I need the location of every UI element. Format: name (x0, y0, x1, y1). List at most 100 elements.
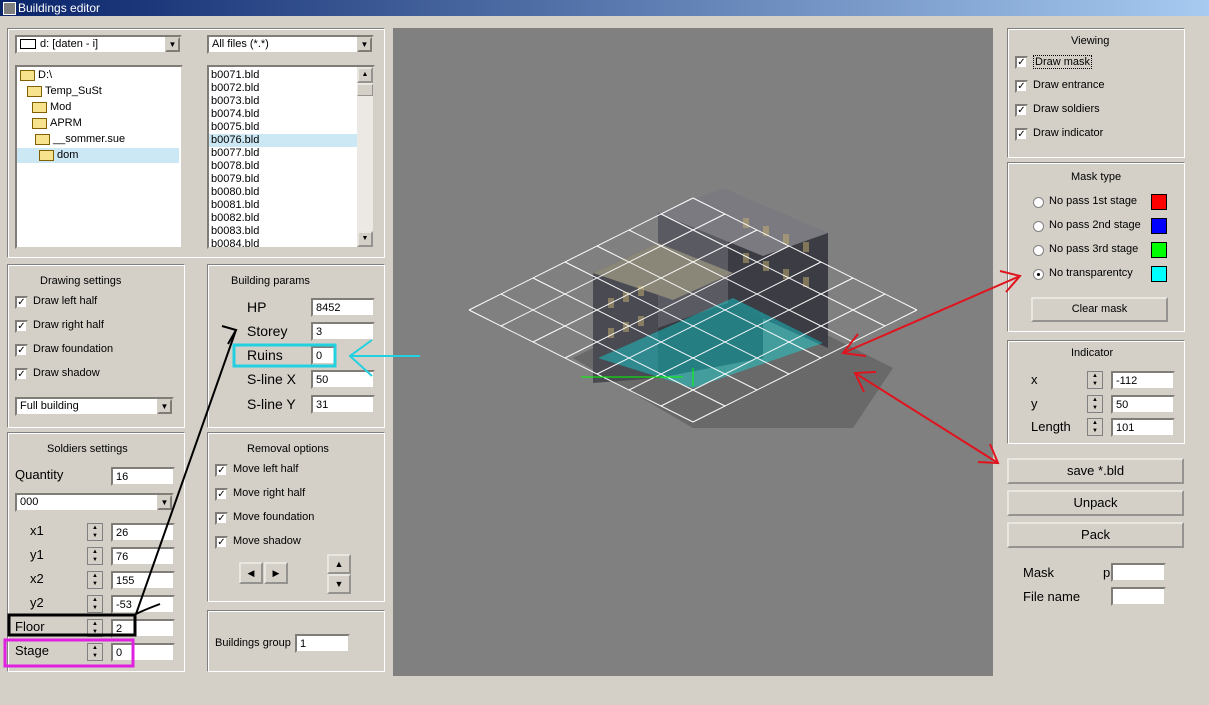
scroll-thumb[interactable] (357, 84, 373, 96)
arrow-down-icon: ▼ (334, 579, 344, 589)
file-list-scrollbar[interactable]: ▲ ▼ (357, 67, 373, 247)
y1-input[interactable]: 76 (111, 547, 175, 566)
draw-mode-select[interactable]: Full building ▼ (15, 397, 174, 416)
move-left-button[interactable]: ◀ (239, 562, 263, 584)
x2-spinner[interactable]: ▲ ▼ (87, 571, 103, 589)
file-list-item[interactable]: b0083.bld (209, 225, 357, 238)
folder-item[interactable]: __sommer.sue (35, 133, 125, 145)
floor-spinner[interactable]: ▲ ▼ (87, 619, 103, 637)
move-right-button[interactable]: ▶ (264, 562, 288, 584)
draw-foundation-checkbox[interactable]: ✓ (15, 344, 28, 357)
file-list-item[interactable]: b0082.bld (209, 212, 357, 225)
file-list[interactable]: b0071.bld b0072.bld b0073.bld b0074.bld b007… (207, 65, 375, 249)
indicator-x-input[interactable]: -112 (1111, 371, 1175, 390)
no-pass-2nd-radio[interactable] (1033, 221, 1044, 232)
indicator-length-spinner[interactable]: ▲ ▼ (1087, 418, 1103, 436)
y2-input[interactable]: -53 (111, 595, 175, 614)
file-list-item[interactable]: b0081.bld (209, 199, 357, 212)
drive-select[interactable]: d: [daten - i] ▼ (15, 35, 182, 54)
arrow-right-icon: ▶ (272, 568, 280, 578)
drawing-settings-title: Drawing settings (40, 275, 122, 287)
file-name-input[interactable] (1111, 587, 1166, 606)
file-list-item[interactable]: b0080.bld (209, 186, 357, 199)
chevron-down-icon[interactable]: ▼ (165, 37, 180, 52)
no-pass-1st-radio[interactable] (1033, 197, 1044, 208)
sline-y-input[interactable]: 31 (311, 395, 375, 414)
folder-item[interactable]: Mod (32, 101, 71, 113)
stage-spinner[interactable]: ▲ ▼ (87, 643, 103, 661)
y1-label: y1 (30, 547, 44, 562)
hp-input[interactable]: 8452 (311, 298, 375, 317)
draw-right-half-checkbox[interactable]: ✓ (15, 320, 28, 333)
file-list-item[interactable]: b0071.bld (209, 69, 357, 82)
folder-item[interactable]: D:\ (20, 69, 52, 81)
chevron-down-icon[interactable]: ▼ (157, 495, 172, 510)
y2-spinner[interactable]: ▲ ▼ (87, 595, 103, 613)
floor-label: Floor (15, 619, 45, 634)
pack-button[interactable]: Pack (1007, 522, 1184, 548)
folder-item[interactable]: dom (39, 149, 78, 161)
folder-tree[interactable]: D:\ Temp_SuSt Mod APRM __sommer.sue dom (15, 65, 183, 249)
buildings-group-input[interactable]: 1 (295, 634, 350, 653)
scroll-down-icon[interactable]: ▼ (357, 231, 373, 247)
move-down-button[interactable]: ▼ (327, 574, 351, 594)
move-left-half-checkbox[interactable]: ✓ (215, 464, 228, 477)
move-right-half-checkbox[interactable]: ✓ (215, 488, 228, 501)
open-folder-icon (39, 149, 54, 161)
floor-input[interactable]: 2 (111, 619, 175, 638)
clear-mask-button[interactable]: Clear mask (1031, 297, 1168, 322)
x2-input[interactable]: 155 (111, 571, 175, 590)
x1-input[interactable]: 26 (111, 523, 175, 542)
indicator-x-spinner[interactable]: ▲ ▼ (1087, 371, 1103, 389)
no-transparency-swatch (1151, 266, 1167, 282)
soldier-select[interactable]: 000 ▼ (15, 493, 174, 512)
file-list-item[interactable]: b0078.bld (209, 160, 357, 173)
y1-spinner[interactable]: ▲ ▼ (87, 547, 103, 565)
stage-input[interactable]: 0 (111, 643, 175, 662)
indicator-y-spinner[interactable]: ▲ ▼ (1087, 395, 1103, 413)
quantity-input[interactable]: 16 (111, 467, 175, 486)
indicator-y-input[interactable]: 50 (1111, 395, 1175, 414)
file-list-item[interactable]: b0073.bld (209, 95, 357, 108)
no-pass-2nd-swatch (1151, 218, 1167, 234)
removal-options-title: Removal options (247, 443, 329, 455)
draw-entrance-checkbox[interactable]: ✓ (1015, 80, 1028, 93)
file-list-item[interactable]: b0084.bld (209, 238, 357, 247)
move-foundation-checkbox[interactable]: ✓ (215, 512, 228, 525)
move-shadow-checkbox[interactable]: ✓ (215, 536, 228, 549)
draw-shadow-checkbox[interactable]: ✓ (15, 368, 28, 381)
soldier-select-value: 000 (20, 496, 39, 508)
app-icon (3, 2, 16, 15)
file-filter-select[interactable]: All files (*.*) ▼ (207, 35, 374, 54)
draw-soldiers-checkbox[interactable]: ✓ (1015, 104, 1028, 117)
draw-indicator-checkbox[interactable]: ✓ (1015, 128, 1028, 141)
file-list-item[interactable]: b0077.bld (209, 147, 357, 160)
unpack-button[interactable]: Unpack (1007, 490, 1184, 516)
file-list-item[interactable]: b0076.bld (209, 134, 357, 147)
chevron-down-icon[interactable]: ▼ (157, 399, 172, 414)
ruins-input[interactable]: 0 (311, 346, 337, 365)
move-up-button[interactable]: ▲ (327, 554, 351, 574)
arrow-up-icon: ▲ (334, 559, 344, 569)
no-pass-3rd-radio[interactable] (1033, 245, 1044, 256)
indicator-length-input[interactable]: 101 (1111, 418, 1175, 437)
file-list-item[interactable]: b0074.bld (209, 108, 357, 121)
save-bld-button[interactable]: save *.bld (1007, 458, 1184, 484)
storey-input[interactable]: 3 (311, 322, 375, 341)
file-list-item[interactable]: b0072.bld (209, 82, 357, 95)
no-transparency-radio[interactable] (1033, 269, 1044, 280)
draw-left-half-checkbox[interactable]: ✓ (15, 296, 28, 309)
chevron-down-icon[interactable]: ▼ (357, 37, 372, 52)
building-viewport[interactable] (393, 28, 993, 676)
scroll-up-icon[interactable]: ▲ (357, 67, 373, 83)
x1-spinner[interactable]: ▲ ▼ (87, 523, 103, 541)
folder-item[interactable]: APRM (32, 117, 82, 129)
folder-item[interactable]: Temp_SuSt (27, 85, 102, 97)
draw-mask-checkbox[interactable]: ✓ (1015, 56, 1028, 69)
file-list-item[interactable]: b0075.bld (209, 121, 357, 134)
mask-input[interactable] (1111, 563, 1166, 582)
file-list-item[interactable]: b0079.bld (209, 173, 357, 186)
indicator-title: Indicator (1071, 347, 1114, 359)
viewport-canvas[interactable] (393, 28, 993, 676)
sline-x-input[interactable]: 50 (311, 370, 375, 389)
